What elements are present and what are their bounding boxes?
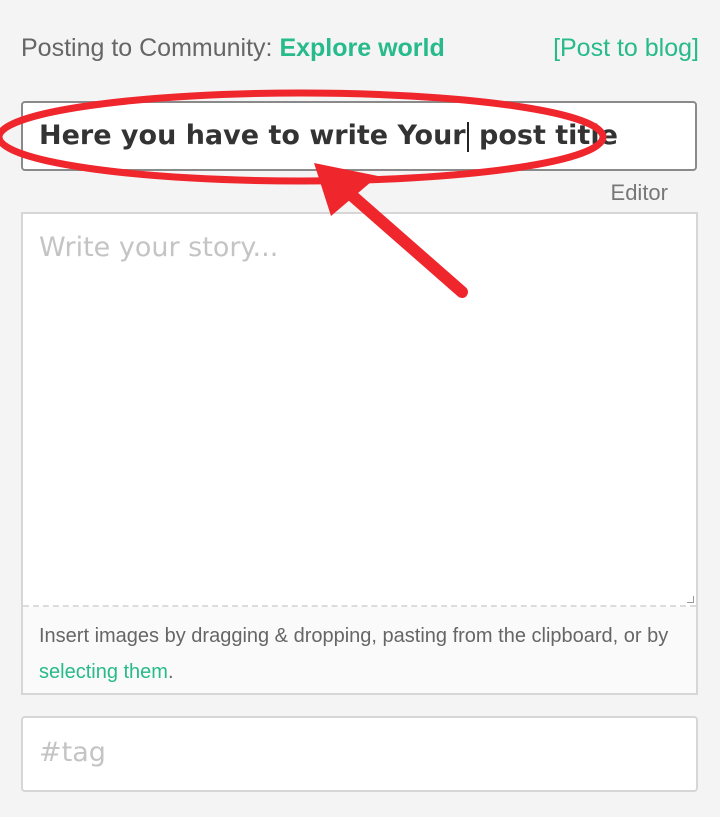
- community-name-link[interactable]: Explore world: [279, 34, 444, 62]
- post-title-input[interactable]: Here you have to write Your post title: [21, 101, 697, 171]
- tags-input[interactable]: #tag: [21, 716, 698, 792]
- title-text-after-caret: post title: [469, 120, 618, 151]
- image-upload-hint-suffix: .: [167, 661, 174, 683]
- title-text-before-caret: Here you have to write Your: [39, 120, 466, 151]
- image-upload-hint: Insert images by dragging & dropping, pa…: [39, 618, 684, 690]
- story-placeholder: Write your story...: [39, 232, 279, 263]
- posting-prefix-label: Posting to Community:: [21, 34, 280, 62]
- post-editor-page: Posting to Community: Explore world [Pos…: [0, 0, 720, 817]
- text-caret: [466, 121, 469, 152]
- story-textarea[interactable]: Write your story...: [23, 214, 696, 607]
- select-images-link[interactable]: selecting them: [39, 661, 168, 683]
- editor-toggle-link[interactable]: Editor: [611, 180, 668, 206]
- posting-header: Posting to Community: Explore world [Pos…: [21, 34, 699, 70]
- story-editor: Write your story... Insert images by dra…: [21, 212, 698, 695]
- tags-placeholder: #tag: [39, 737, 106, 768]
- posting-destination: Posting to Community: Explore world: [21, 34, 445, 63]
- post-to-blog-link[interactable]: [Post to blog]: [553, 34, 699, 63]
- image-upload-hint-text: Insert images by dragging & dropping, pa…: [39, 625, 669, 647]
- resize-handle-icon[interactable]: [687, 596, 694, 603]
